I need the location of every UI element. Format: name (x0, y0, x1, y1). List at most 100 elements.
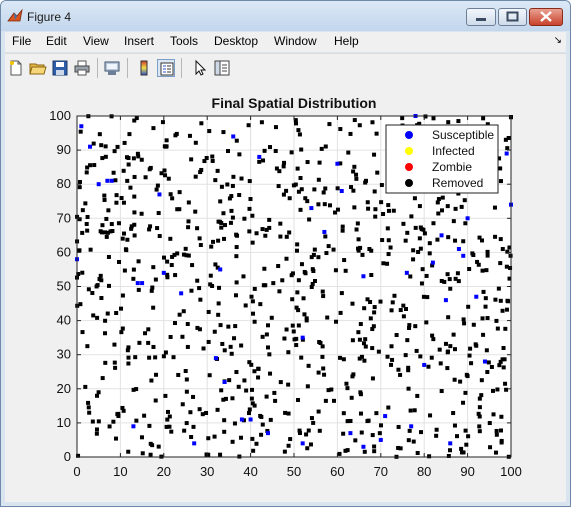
menu-help[interactable]: Help (334, 34, 359, 48)
removed-point (295, 166, 300, 171)
print-preview-icon[interactable] (103, 59, 121, 77)
removed-point (286, 350, 291, 355)
removed-point (337, 451, 342, 456)
removed-point (356, 237, 361, 242)
removed-point (505, 249, 510, 254)
removed-point (165, 409, 170, 414)
removed-point (256, 375, 261, 380)
dock-arrow-icon[interactable]: ↘ (554, 35, 562, 46)
removed-point (354, 176, 359, 181)
removed-point (247, 229, 252, 234)
removed-point (273, 398, 278, 403)
removed-point (268, 371, 273, 376)
removed-point (497, 363, 502, 368)
removed-point (267, 225, 272, 230)
removed-point (221, 130, 226, 135)
removed-point (316, 202, 321, 207)
removed-point (461, 317, 466, 322)
removed-point (302, 312, 307, 317)
removed-point (372, 305, 377, 310)
removed-point (241, 274, 246, 279)
removed-point (234, 370, 239, 375)
figure-canvas: 0 10 20 30 40 50 60 70 80 90 100 0 10 20 30 40 50 60 70 80 9… (5, 82, 566, 502)
removed-point (318, 341, 323, 346)
removed-point (228, 220, 233, 225)
close-button[interactable] (529, 8, 563, 26)
removed-point (237, 152, 242, 157)
removed-point (86, 400, 91, 405)
y-tick-label: 70 (57, 210, 71, 225)
menu-edit[interactable]: Edit (46, 34, 67, 48)
removed-point (263, 283, 268, 288)
removed-point (398, 372, 403, 377)
menu-tools[interactable]: Tools (170, 34, 198, 48)
maximize-button[interactable] (498, 8, 527, 26)
susceptible-point (135, 281, 140, 286)
removed-point (95, 393, 100, 398)
removed-point (221, 211, 226, 216)
removed-point (132, 233, 137, 238)
removed-point (429, 355, 434, 360)
property-editor-icon[interactable] (213, 59, 231, 77)
susceptible-point (231, 134, 236, 139)
removed-point (388, 245, 393, 250)
removed-point (177, 190, 182, 195)
removed-point (110, 229, 115, 234)
removed-point (501, 345, 506, 350)
removed-point (316, 370, 321, 375)
menu-window[interactable]: Window (274, 34, 317, 48)
removed-point (352, 164, 357, 169)
removed-point (259, 432, 264, 437)
save-icon[interactable] (51, 59, 69, 77)
removed-point (252, 369, 257, 374)
removed-point (103, 331, 108, 336)
removed-point (88, 247, 93, 252)
removed-point (357, 123, 362, 128)
removed-point (473, 342, 478, 347)
removed-point (94, 427, 99, 432)
removed-point (289, 273, 294, 278)
menu-insert[interactable]: Insert (124, 34, 154, 48)
menu-file[interactable]: File (12, 34, 31, 48)
removed-point (155, 226, 160, 231)
removed-point (95, 315, 100, 320)
removed-point (309, 255, 314, 260)
removed-point (119, 196, 124, 201)
removed-point (480, 268, 485, 273)
removed-point (268, 417, 273, 422)
susceptible-point (157, 192, 162, 197)
removed-point (357, 337, 362, 342)
open-file-icon[interactable] (29, 59, 47, 77)
legend-icon[interactable] (157, 59, 175, 77)
susceptible-point (218, 267, 223, 272)
removed-point (294, 121, 299, 126)
removed-point (408, 408, 413, 413)
removed-point (439, 389, 444, 394)
removed-point (197, 236, 202, 241)
menu-view[interactable]: View (83, 34, 109, 48)
new-figure-icon[interactable] (7, 59, 25, 77)
pointer-icon[interactable] (191, 59, 209, 77)
removed-point (496, 286, 501, 291)
print-icon[interactable] (73, 59, 91, 77)
removed-point (230, 396, 235, 401)
removed-point (427, 241, 432, 246)
colorbar-icon[interactable] (135, 59, 153, 77)
title-bar[interactable]: Figure 4 (1, 1, 570, 31)
removed-point (218, 323, 223, 328)
legend-marker (405, 131, 413, 139)
removed-point (278, 380, 283, 385)
minimize-button[interactable] (466, 8, 496, 26)
removed-point (250, 299, 255, 304)
removed-point (112, 149, 117, 154)
menu-desktop[interactable]: Desktop (214, 34, 258, 48)
removed-point (380, 238, 385, 243)
removed-point (226, 324, 231, 329)
removed-point (97, 277, 102, 282)
removed-point (131, 267, 136, 272)
removed-point (365, 200, 370, 205)
removed-point (280, 278, 285, 283)
removed-point (431, 221, 436, 226)
removed-point (351, 188, 356, 193)
removed-point (463, 428, 468, 433)
